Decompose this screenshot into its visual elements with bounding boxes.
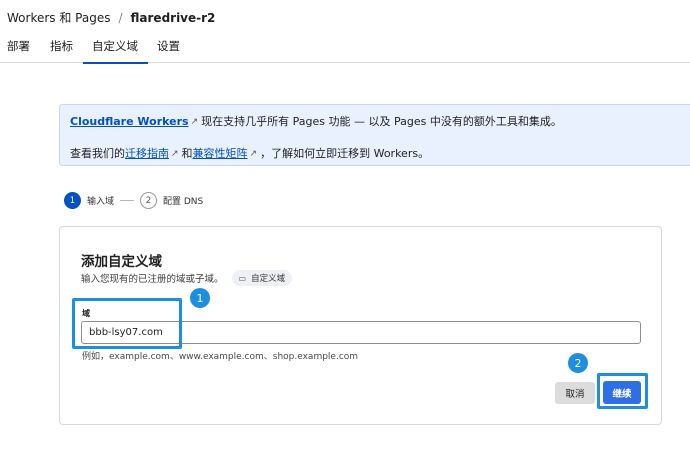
card-subtitle-text: 输入您现有的已注册的域或子域。	[81, 274, 224, 285]
highlight-box-domain-field	[72, 298, 182, 349]
compatibility-matrix-link[interactable]: 兼容性矩阵	[193, 147, 248, 160]
breadcrumb-separator: /	[118, 10, 123, 25]
tab-metrics[interactable]: 指标	[50, 38, 73, 63]
highlight-box-continue-button	[597, 373, 648, 409]
docs-link-pill[interactable]: ▭ 自定义域	[231, 270, 293, 286]
banner-line-1: Cloudflare Workers ↗ 现在支持几乎所有 Pages 功能 — 以…	[70, 113, 562, 129]
migration-guide-link[interactable]: 迁移指南	[125, 147, 169, 160]
external-link-icon: ↗	[249, 149, 258, 159]
step-1-label: 输入域	[87, 197, 115, 207]
domain-hint: 例如，example.com、www.example.com、shop.exam…	[82, 352, 359, 362]
stepper: 1 输入域 2 配置 DNS	[64, 192, 203, 209]
step-1-indicator: 1	[64, 192, 81, 209]
breadcrumb-parent-link[interactable]: Workers 和 Pages	[7, 9, 110, 26]
banner-line-2: 查看我们的迁移指南 ↗ 和兼容性矩阵 ↗ ，了解如何立即迁移到 Workers。	[70, 145, 429, 161]
card-subtitle: 输入您现有的已注册的域或子域。 ▭ 自定义域	[81, 270, 293, 286]
tab-deployments[interactable]: 部署	[7, 38, 30, 63]
tab-bar: 部署 指标 自定义域 设置	[0, 38, 690, 64]
tab-settings[interactable]: 设置	[157, 38, 180, 63]
banner-line-1-text: 现在支持几乎所有 Pages 功能 — 以及 Pages 中没有的额外工具和集成…	[201, 115, 562, 128]
docs-link-label: 自定义域	[251, 274, 286, 284]
book-icon: ▭	[238, 273, 247, 283]
banner-line-2-prefix: 查看我们的	[70, 147, 125, 160]
step-2-indicator: 2	[140, 192, 158, 209]
cloudflare-workers-link[interactable]: Cloudflare Workers	[70, 115, 189, 128]
breadcrumb-current: flaredrive-r2	[130, 10, 216, 25]
external-link-icon: ↗	[190, 117, 199, 127]
step-connector	[120, 200, 135, 201]
annotation-marker-1: 1	[190, 288, 210, 308]
annotation-marker-2: 2	[568, 353, 588, 373]
card-title: 添加自定义域	[81, 254, 162, 270]
cancel-button[interactable]: 取消	[555, 382, 595, 404]
info-banner: Cloudflare Workers ↗ 现在支持几乎所有 Pages 功能 — 以…	[59, 104, 690, 166]
banner-line-2-joiner: 和	[181, 147, 193, 160]
external-link-icon: ↗	[171, 149, 179, 159]
banner-line-2-suffix: ，了解如何立即迁移到 Workers。	[260, 147, 430, 160]
breadcrumb: Workers 和 Pages / flaredrive-r2	[7, 9, 215, 26]
tab-custom-domains[interactable]: 自定义域	[83, 38, 148, 64]
step-2-label: 配置 DNS	[163, 197, 204, 207]
